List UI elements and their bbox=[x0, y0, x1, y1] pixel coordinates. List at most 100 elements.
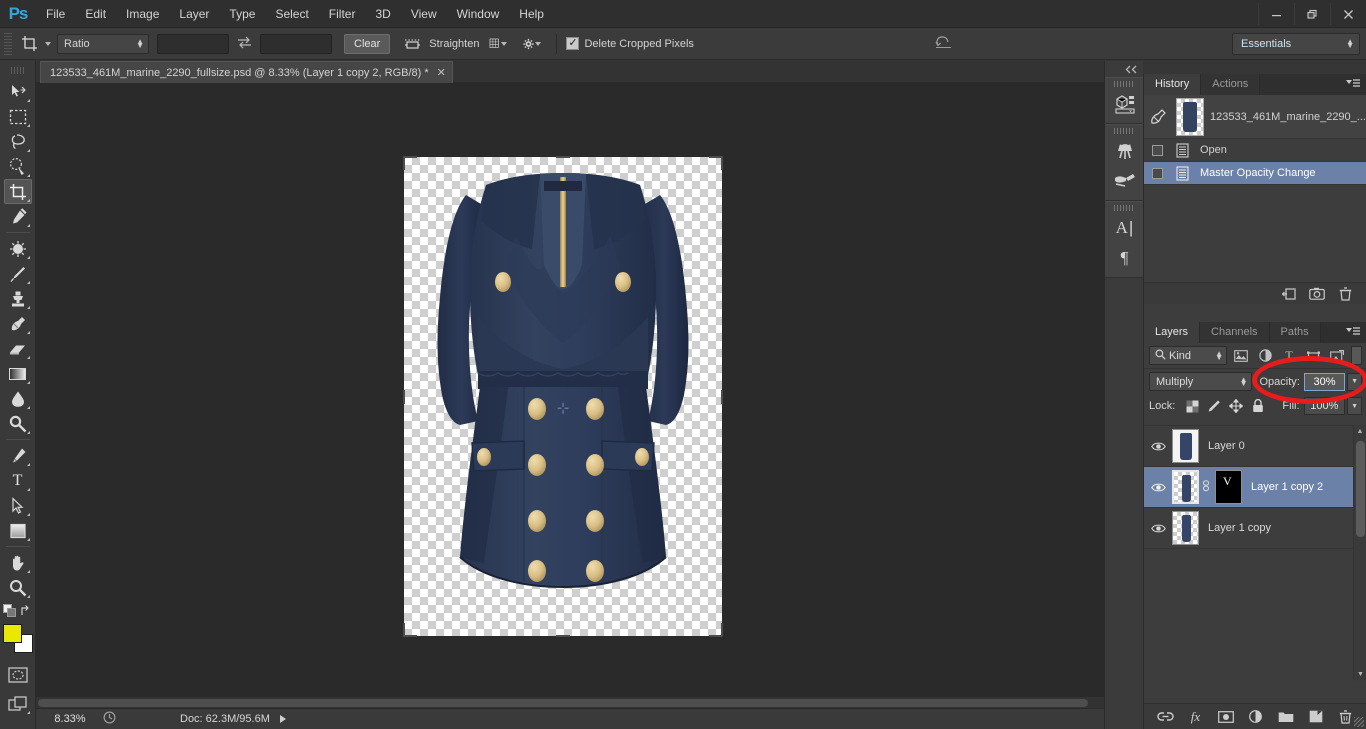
table-row[interactable]: V Layer 1 copy 2 bbox=[1144, 467, 1366, 508]
tool-preset-chevron-down-icon[interactable] bbox=[45, 41, 51, 46]
close-button[interactable] bbox=[1330, 3, 1366, 25]
crop-tool[interactable] bbox=[3, 179, 32, 204]
type-tool[interactable]: T bbox=[4, 468, 32, 493]
crop-height-input[interactable] bbox=[260, 33, 332, 54]
pixel-layer-filter-icon[interactable] bbox=[1231, 346, 1251, 365]
new-document-from-state-icon[interactable] bbox=[1275, 287, 1303, 301]
crop-handle-middle-right[interactable] bbox=[721, 389, 723, 404]
layer-mask-link-icon[interactable] bbox=[1199, 479, 1213, 495]
history-brush-tool[interactable] bbox=[4, 311, 32, 336]
layer-visibility-toggle[interactable] bbox=[1144, 482, 1172, 493]
eyedropper-tool[interactable] bbox=[4, 204, 32, 229]
layer-name[interactable]: Layer 0 bbox=[1208, 440, 1245, 452]
layer-thumbnail[interactable] bbox=[1172, 511, 1199, 545]
lock-transparent-pixels-icon[interactable] bbox=[1181, 400, 1203, 413]
delete-cropped-pixels-label[interactable]: Delete Cropped Pixels bbox=[584, 38, 693, 50]
opacity-field[interactable]: 30% bbox=[1303, 372, 1346, 391]
blend-mode-select[interactable]: Multiply ▲ ▼ bbox=[1149, 372, 1252, 391]
crop-width-input[interactable] bbox=[157, 33, 229, 54]
straighten-label[interactable]: Straighten bbox=[429, 38, 479, 50]
canvas-horizontal-scrollbar[interactable] bbox=[36, 696, 1104, 708]
adjustment-layer-filter-icon[interactable] bbox=[1255, 346, 1275, 365]
zoom-tool[interactable] bbox=[4, 575, 32, 600]
workspace-select[interactable]: Essentials ▲ ▼ bbox=[1232, 32, 1360, 55]
crop-overlay-grid-icon[interactable] bbox=[489, 33, 513, 55]
delete-layer-icon[interactable] bbox=[1337, 709, 1355, 724]
swap-colors-icon[interactable] bbox=[20, 604, 33, 617]
crop-tool-icon[interactable] bbox=[16, 31, 42, 56]
crop-ratio-select[interactable]: Ratio ▲ ▼ bbox=[57, 33, 149, 54]
layer-visibility-toggle[interactable] bbox=[1144, 523, 1172, 534]
zoom-level-input[interactable]: 8.33% bbox=[42, 711, 98, 727]
layer-kind-select[interactable]: Kind ▲ ▼ bbox=[1149, 346, 1227, 365]
pen-tool[interactable] bbox=[4, 443, 32, 468]
scroll-down-arrow-icon[interactable]: ▼ bbox=[1354, 668, 1366, 681]
layer-mask-thumbnail[interactable]: V bbox=[1215, 470, 1242, 504]
crop-handle-top-center[interactable] bbox=[556, 156, 570, 158]
eraser-tool[interactable] bbox=[4, 336, 32, 361]
document-tab[interactable]: 123533_461M_marine_2290_fullsize.psd @ 8… bbox=[40, 61, 453, 83]
tab-layers[interactable]: Layers bbox=[1144, 322, 1201, 343]
history-source-checkbox[interactable] bbox=[1144, 144, 1170, 156]
rail-grip[interactable] bbox=[1114, 205, 1134, 211]
spot-healing-brush-tool[interactable] bbox=[4, 236, 32, 261]
history-state-row[interactable]: Open bbox=[1144, 139, 1366, 162]
paragraph-panel-icon[interactable]: ¶ bbox=[1105, 243, 1144, 273]
panel-menu-icon[interactable] bbox=[1346, 327, 1360, 340]
color-swatches[interactable] bbox=[2, 624, 33, 653]
dodge-tool[interactable] bbox=[4, 411, 32, 436]
menu-type[interactable]: Type bbox=[219, 0, 265, 28]
fill-slider-chevron-down-icon[interactable]: ▼ bbox=[1347, 397, 1362, 415]
clear-button[interactable]: Clear bbox=[344, 33, 391, 54]
shape-layer-filter-icon[interactable] bbox=[1303, 346, 1323, 365]
blur-tool[interactable] bbox=[4, 386, 32, 411]
rail-grip[interactable] bbox=[1114, 81, 1134, 87]
layer-style-fx-icon[interactable]: fx bbox=[1187, 709, 1205, 725]
path-selection-tool[interactable] bbox=[4, 493, 32, 518]
new-snapshot-icon[interactable] bbox=[1303, 287, 1331, 300]
menu-view[interactable]: View bbox=[401, 0, 447, 28]
mini-bridge-icon[interactable] bbox=[1105, 89, 1144, 119]
smart-object-filter-icon[interactable] bbox=[1327, 346, 1347, 365]
layer-name[interactable]: Layer 1 copy 2 bbox=[1251, 481, 1323, 493]
lock-all-icon[interactable] bbox=[1247, 399, 1269, 413]
link-layers-icon[interactable] bbox=[1157, 711, 1175, 722]
new-layer-icon[interactable] bbox=[1307, 710, 1325, 723]
panel-menu-icon[interactable] bbox=[1346, 79, 1360, 92]
scrollbar-thumb[interactable] bbox=[38, 699, 1088, 707]
tab-channels[interactable]: Channels bbox=[1200, 322, 1270, 343]
crop-handle-middle-left[interactable] bbox=[403, 389, 405, 404]
move-tool[interactable] bbox=[4, 79, 32, 104]
gradient-tool[interactable] bbox=[4, 361, 32, 386]
quick-selection-tool[interactable] bbox=[4, 154, 32, 179]
menu-help[interactable]: Help bbox=[509, 0, 554, 28]
scroll-up-arrow-icon[interactable]: ▲ bbox=[1354, 425, 1366, 438]
scrollbar-thumb[interactable] bbox=[1356, 441, 1365, 537]
table-row[interactable]: Layer 0 bbox=[1144, 426, 1366, 467]
tab-actions[interactable]: Actions bbox=[1201, 74, 1261, 95]
preview-icon[interactable] bbox=[98, 711, 120, 727]
status-expand-arrow-icon[interactable] bbox=[279, 715, 286, 723]
brush-tool[interactable] bbox=[4, 261, 32, 286]
fill-field[interactable]: 100% bbox=[1303, 397, 1346, 415]
menu-file[interactable]: File bbox=[36, 0, 75, 28]
reset-arrow-icon[interactable] bbox=[935, 34, 952, 53]
clone-stamp-tool[interactable] bbox=[4, 286, 32, 311]
new-group-icon[interactable] bbox=[1277, 711, 1295, 723]
menu-edit[interactable]: Edit bbox=[75, 0, 116, 28]
foreground-color-swatch[interactable] bbox=[2, 624, 22, 643]
layer-visibility-toggle[interactable] bbox=[1144, 441, 1172, 452]
layer-name[interactable]: Layer 1 copy bbox=[1208, 522, 1271, 534]
lasso-tool[interactable] bbox=[4, 129, 32, 154]
collapse-dock-icon[interactable] bbox=[1105, 61, 1143, 77]
menu-filter[interactable]: Filter bbox=[319, 0, 366, 28]
brush-panel-icon[interactable] bbox=[1105, 136, 1144, 166]
brush-presets-icon[interactable] bbox=[1105, 166, 1144, 196]
history-brush-source-icon[interactable] bbox=[1144, 108, 1172, 125]
restore-button[interactable] bbox=[1294, 3, 1330, 25]
menu-3d[interactable]: 3D bbox=[365, 0, 400, 28]
opacity-slider-chevron-down-icon[interactable]: ▼ bbox=[1347, 372, 1363, 391]
character-panel-icon[interactable]: A | bbox=[1105, 213, 1144, 243]
menu-window[interactable]: Window bbox=[447, 0, 510, 28]
crop-handle-bottom-right[interactable] bbox=[709, 623, 723, 637]
